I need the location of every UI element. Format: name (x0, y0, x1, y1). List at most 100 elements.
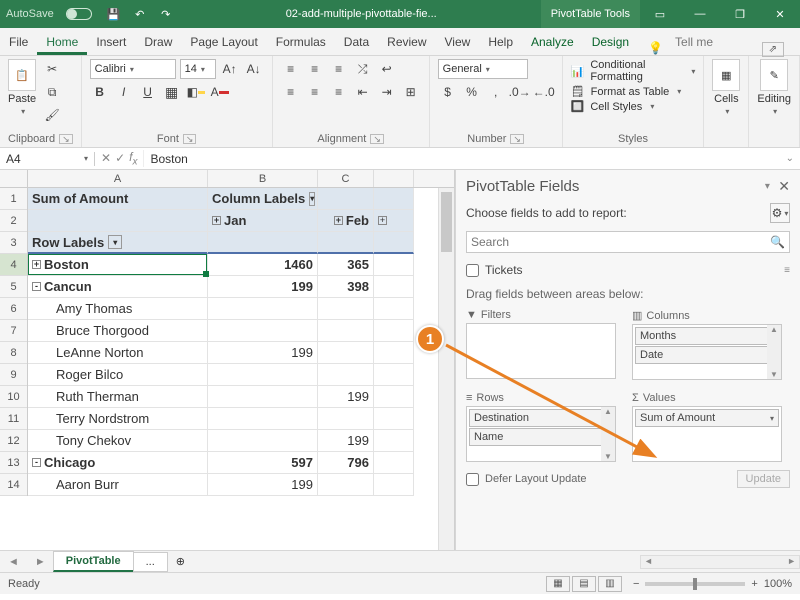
cell[interactable] (318, 474, 374, 496)
share-button[interactable]: ⇗ (746, 41, 800, 55)
cell[interactable] (28, 210, 208, 232)
cell[interactable]: 796 (318, 452, 374, 474)
cells-button[interactable]: ▦Cells▾ (712, 59, 740, 116)
row-header[interactable]: 8 (0, 342, 27, 364)
tab-design[interactable]: Design (583, 29, 638, 55)
increase-font-icon[interactable]: A↑ (220, 59, 240, 79)
col-header-b[interactable]: B (208, 170, 318, 187)
cut-icon[interactable]: ✂ (42, 59, 62, 79)
row-header[interactable]: 4 (0, 254, 27, 276)
zoom-slider[interactable] (645, 582, 745, 586)
accounting-format-icon[interactable]: $ (438, 82, 458, 102)
row-field-pill[interactable]: Destination▾ (469, 409, 613, 427)
cell[interactable]: Amy Thomas (28, 298, 208, 320)
row-header[interactable]: 3 (0, 232, 27, 254)
worksheet-grid[interactable]: A B C 1 2 3 4 5 6 7 8 9 10 11 12 13 14 (0, 170, 455, 550)
cell[interactable]: +Boston (28, 254, 208, 276)
cell[interactable] (318, 320, 374, 342)
number-dialog-launcher[interactable]: ↘ (510, 134, 524, 144)
columns-dropzone[interactable]: Months▾ Date▾ ▲▼ (632, 324, 782, 380)
cell[interactable]: 1460 (208, 254, 318, 276)
bold-button[interactable]: B (90, 82, 110, 102)
cell[interactable]: Aaron Burr (28, 474, 208, 496)
cell[interactable] (374, 408, 414, 430)
expand-icon[interactable]: + (32, 260, 41, 269)
minimize-icon[interactable]: — (680, 0, 720, 28)
save-icon[interactable]: 💾 (106, 6, 122, 22)
tab-formulas[interactable]: Formulas (267, 29, 335, 55)
tab-page-layout[interactable]: Page Layout (181, 29, 266, 55)
orientation-icon[interactable]: ⤮ (353, 59, 373, 79)
cell[interactable]: -Cancun (28, 276, 208, 298)
decrease-decimal-icon[interactable]: ←.0 (534, 82, 554, 102)
select-all-corner[interactable] (0, 170, 28, 187)
cell[interactable]: +Jan (208, 210, 318, 232)
sheet-tab-pivottable[interactable]: PivotTable (53, 551, 134, 572)
zoom-in-icon[interactable]: + (751, 578, 757, 590)
area-scrollbar[interactable]: ▲▼ (601, 407, 615, 461)
cell[interactable] (318, 342, 374, 364)
tab-help[interactable]: Help (479, 29, 522, 55)
tab-file[interactable]: File (0, 29, 37, 55)
row-header[interactable]: 14 (0, 474, 27, 496)
field-search-box[interactable]: 🔍 (466, 231, 790, 253)
align-left-icon[interactable]: ≡ (281, 82, 301, 102)
row-header[interactable]: 10 (0, 386, 27, 408)
cell[interactable] (374, 452, 414, 474)
cell[interactable] (208, 430, 318, 452)
align-middle-icon[interactable]: ≡ (305, 59, 325, 79)
percent-style-icon[interactable]: % (462, 82, 482, 102)
tab-review[interactable]: Review (378, 29, 435, 55)
cell[interactable] (208, 320, 318, 342)
sheet-tab-more[interactable]: ... (133, 552, 168, 572)
wrap-text-icon[interactable]: ↩ (377, 59, 397, 79)
row-header[interactable]: 2 (0, 210, 27, 232)
expand-icon[interactable]: - (32, 282, 41, 291)
field-menu-icon[interactable]: ≡ (784, 265, 790, 276)
cell[interactable]: Column Labels▾ (208, 188, 318, 210)
value-field-pill[interactable]: Sum of Amount▾ (635, 409, 779, 427)
tab-draw[interactable]: Draw (135, 29, 181, 55)
number-format-combo[interactable]: General▾ (438, 59, 528, 79)
area-scrollbar[interactable]: ▲▼ (767, 325, 781, 379)
column-field-pill[interactable]: Date▾ (635, 346, 779, 364)
cancel-formula-icon[interactable]: ✕ (101, 151, 111, 165)
column-field-pill[interactable]: Months▾ (635, 327, 779, 345)
cell[interactable] (318, 408, 374, 430)
rows-dropzone[interactable]: Destination▾ Name▾ ▲▼ (466, 406, 616, 462)
increase-indent-icon[interactable]: ⇥ (377, 82, 397, 102)
fx-icon[interactable]: fx (129, 150, 137, 167)
decrease-font-icon[interactable]: A↓ (244, 59, 264, 79)
cell[interactable] (318, 298, 374, 320)
cell[interactable]: -Chicago (28, 452, 208, 474)
cell[interactable] (318, 232, 374, 254)
align-top-icon[interactable]: ≡ (281, 59, 301, 79)
tools-gear-icon[interactable]: ⚙▾ (770, 203, 790, 223)
cell[interactable]: Roger Bilco (28, 364, 208, 386)
row-labels-filter-icon[interactable]: ▾ (108, 235, 122, 249)
update-button[interactable]: Update (737, 470, 790, 488)
comma-style-icon[interactable]: , (486, 82, 506, 102)
cell[interactable]: Sum of Amount (28, 188, 208, 210)
undo-icon[interactable]: ↶ (132, 6, 148, 22)
cell-styles-button[interactable]: 🔲Cell Styles▾ (571, 100, 696, 113)
page-layout-view-icon[interactable]: ▤ (572, 576, 596, 592)
redo-icon[interactable]: ↷ (158, 6, 174, 22)
cell[interactable] (318, 364, 374, 386)
col-header-d[interactable] (374, 170, 414, 187)
cell[interactable]: 199 (208, 276, 318, 298)
cell[interactable]: LeAnne Norton (28, 342, 208, 364)
cell[interactable] (208, 408, 318, 430)
tab-data[interactable]: Data (335, 29, 378, 55)
expand-icon[interactable]: + (334, 216, 343, 225)
cell[interactable]: Bruce Thorgood (28, 320, 208, 342)
field-search-input[interactable] (471, 235, 770, 249)
cell[interactable] (208, 364, 318, 386)
cells-area[interactable]: Sum of Amount Column Labels▾ +Jan +Feb +… (28, 188, 414, 496)
cell[interactable]: Terry Nordstrom (28, 408, 208, 430)
row-header[interactable]: 9 (0, 364, 27, 386)
cell[interactable] (208, 298, 318, 320)
name-box[interactable]: A4▾ (0, 152, 95, 166)
format-as-table-button[interactable]: 🗒Format as Table▾ (571, 85, 696, 98)
expand-icon[interactable]: - (32, 458, 41, 467)
